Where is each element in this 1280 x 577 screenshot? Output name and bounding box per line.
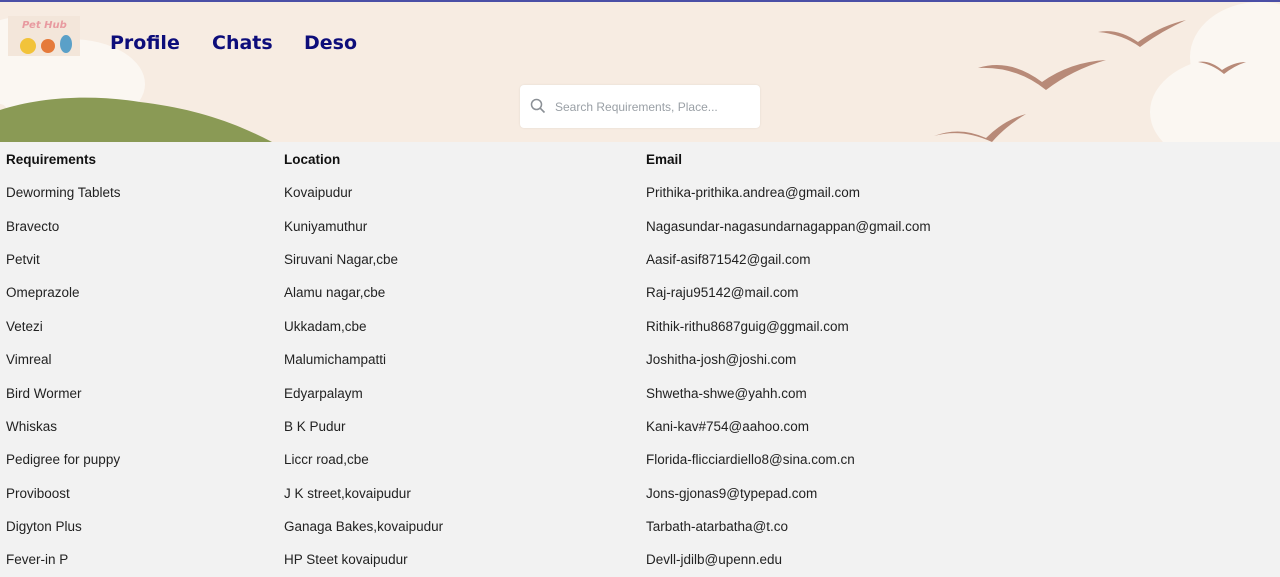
location-cell: Ganaga Bakes,kovaipudur — [284, 519, 444, 535]
requirement-cell: Vetezi — [6, 318, 43, 334]
search-icon — [530, 98, 546, 114]
header-requirements: Requirements — [6, 151, 97, 167]
email-cell: Tarbath-atarbatha@t.co — [646, 519, 789, 535]
search-input[interactable] — [553, 95, 753, 119]
pet-hub-logo[interactable]: Pet Hub — [8, 16, 80, 56]
requirement-cell: Fever-in P — [6, 552, 69, 568]
email-cell: Raj-raju95142@mail.com — [646, 285, 799, 301]
location-cell: Edyarpalaym — [284, 385, 363, 401]
email-cell: Jons-gjonas9@typepad.com — [646, 485, 818, 501]
email-cell: Devll-jdilb@upenn.edu — [646, 552, 783, 568]
table-row[interactable]: Proviboost J K street,kovaipudur Jons-gj… — [0, 477, 1280, 510]
requirement-cell: Petvit — [6, 251, 40, 267]
requirement-cell: Bravecto — [6, 218, 60, 234]
location-cell: Siruvani Nagar,cbe — [284, 251, 399, 267]
location-cell: HP Steet kovaipudur — [284, 552, 408, 568]
bird-4 — [934, 114, 1026, 142]
requirement-cell: Deworming Tablets — [6, 185, 121, 201]
table-row[interactable]: Vetezi Ukkadam,cbe Rithik-rithu8687guig@… — [0, 310, 1280, 343]
email-cell: Nagasundar-nagasundarnagappan@gmail.com — [646, 218, 931, 234]
nav-chats[interactable]: Chats — [212, 32, 273, 54]
table-row[interactable]: Bird Wormer Edyarpalaym Shwetha-shwe@yah… — [0, 376, 1280, 409]
requirement-cell: Digyton Plus — [6, 519, 82, 535]
email-cell: Aasif-asif871542@gail.com — [646, 251, 811, 267]
table-row[interactable]: Vimreal Malumichampatti Joshitha-josh@jo… — [0, 343, 1280, 376]
table-row[interactable]: Whiskas B K Pudur Kani-kav#754@aahoo.com — [0, 410, 1280, 443]
bird-1 — [1098, 20, 1186, 47]
table-row[interactable]: Pedigree for puppy Liccr road,cbe Florid… — [0, 443, 1280, 476]
email-cell: Rithik-rithu8687guig@ggmail.com — [646, 318, 849, 334]
requirement-cell: Bird Wormer — [6, 385, 82, 401]
cat-icon — [60, 35, 72, 53]
bird-2 — [978, 60, 1106, 90]
header-location: Location — [284, 151, 341, 167]
email-cell: Kani-kav#754@aahoo.com — [646, 418, 810, 434]
hill-shape — [0, 97, 272, 142]
location-cell: B K Pudur — [284, 418, 346, 434]
nav-profile[interactable]: Profile — [110, 32, 180, 54]
header-email: Email — [646, 151, 683, 167]
email-cell: Joshitha-josh@joshi.com — [646, 352, 797, 368]
header-banner: Pet Hub Profile Chats Deso — [0, 2, 1280, 142]
requirement-cell: Whiskas — [6, 418, 58, 434]
table-row[interactable]: Deworming Tablets Kovaipudur Prithika-pr… — [0, 176, 1280, 209]
email-cell: Shwetha-shwe@yahh.com — [646, 385, 807, 401]
table-header: Requirements Location Email — [0, 142, 1280, 176]
requirements-table: Requirements Location Email Deworming Ta… — [0, 142, 1280, 577]
table-row[interactable]: Fever-in P HP Steet kovaipudur Devll-jdi… — [0, 543, 1280, 576]
table-row[interactable]: Omeprazole Alamu nagar,cbe Raj-raju95142… — [0, 276, 1280, 309]
requirement-cell: Proviboost — [6, 485, 70, 501]
table-row[interactable]: Bravecto Kuniyamuthur Nagasundar-nagasun… — [0, 209, 1280, 242]
location-cell: Kuniyamuthur — [284, 218, 368, 234]
search-box[interactable] — [520, 85, 760, 128]
requirement-cell: Vimreal — [6, 352, 52, 368]
location-cell: Alamu nagar,cbe — [284, 285, 386, 301]
logo-graphic: Pet Hub — [8, 16, 80, 56]
email-cell: Prithika-prithika.andrea@gmail.com — [646, 185, 861, 201]
dog-icon — [20, 38, 36, 54]
table-row[interactable]: Digyton Plus Ganaga Bakes,kovaipudur Tar… — [0, 510, 1280, 543]
location-cell: J K street,kovaipudur — [284, 485, 411, 501]
location-cell: Ukkadam,cbe — [284, 318, 367, 334]
location-cell: Kovaipudur — [284, 185, 353, 201]
logo-text: Pet Hub — [22, 20, 67, 31]
email-cell: Florida-flicciardiello8@sina.com.cn — [646, 452, 855, 468]
location-cell: Liccr road,cbe — [284, 452, 369, 468]
requirement-cell: Pedigree for puppy — [6, 452, 121, 468]
location-cell: Malumichampatti — [284, 352, 387, 368]
requirement-cell: Omeprazole — [6, 285, 80, 301]
bird-icon — [41, 39, 55, 53]
table-row[interactable]: Petvit Siruvani Nagar,cbe Aasif-asif8715… — [0, 243, 1280, 276]
nav-deso[interactable]: Deso — [304, 32, 357, 54]
